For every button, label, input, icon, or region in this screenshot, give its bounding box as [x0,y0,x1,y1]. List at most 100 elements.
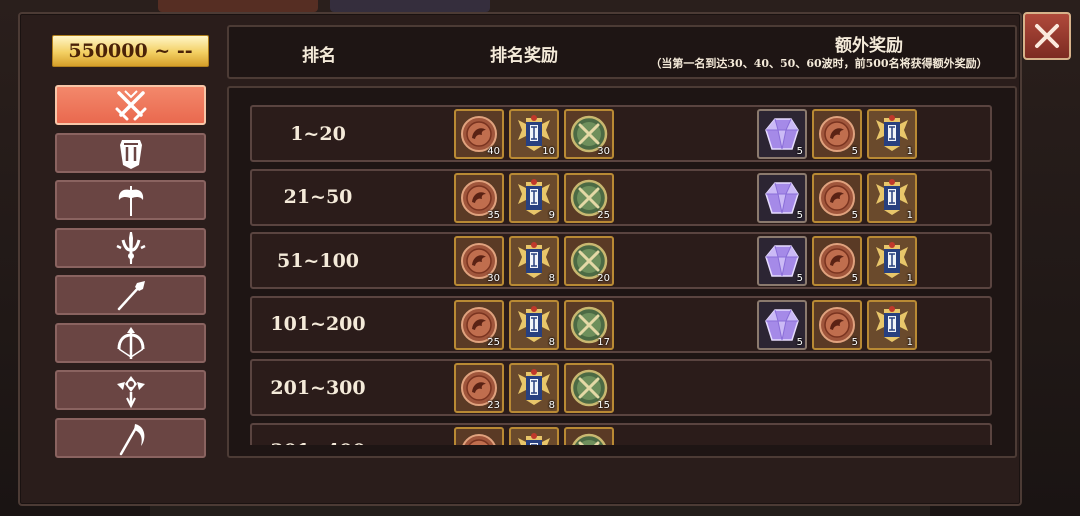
class-tab-list [55,85,206,465]
battle-axe-icon [118,186,143,216]
item-count: 23 [487,400,500,411]
rank-column-header: 排名 [302,46,336,66]
item-count: 25 [487,336,500,348]
item-count: 5 [851,273,858,284]
score-range-text: 550000 ~ -- [68,40,193,62]
reward-item[interactable]: 1 [867,109,917,159]
reward-row: 1~20 40 10 30 5 5 1 [250,105,992,162]
side-tab-helmet[interactable] [55,132,206,173]
item-count: 8 [548,336,555,348]
side-tab-scythe[interactable] [55,417,206,458]
item-count: 40 [487,146,500,157]
side-tab-crossed-swords[interactable] [55,85,206,125]
reward-item[interactable]: 25 [454,299,504,350]
extra-reward-note: （当第一名到达30、40、50、60波时，前500名将获得额外奖励） [650,57,988,70]
item-count: 9 [548,209,555,221]
reward-item[interactable]: 1 [867,236,917,286]
rank-rewards: 25 8 17 [454,299,614,350]
item-count: 1 [906,336,913,348]
rank-rewards [454,426,614,445]
helmet-icon [119,139,142,169]
item-count: 35 [487,209,500,221]
rank-reward-column-header: 排名奖励 [490,46,558,66]
reward-item[interactable]: 5 [757,299,807,350]
extra-rewards: 5 5 1 [757,236,917,286]
item-count: 1 [906,209,913,221]
reward-row: 51~100 30 8 20 5 5 1 [250,232,992,289]
reward-row: 101~200 25 8 17 5 5 1 [250,295,992,353]
item-count: 8 [548,273,555,284]
score-range-badge: 550000 ~ -- [52,35,209,67]
rank-range: 101~200 [270,313,366,335]
scythe-icon [119,423,144,455]
reward-rows[interactable]: 1~20 40 10 30 5 5 1 21~50 35 9 25 5 5 1 51~100 30 8 20 5 5 1… [250,105,992,445]
extra-rewards: 5 5 1 [757,109,917,159]
reward-row: 201~300 23 8 15 [250,359,992,416]
reward-list-panel[interactable]: 1~20 40 10 30 5 5 1 21~50 35 9 25 5 5 1 51~100 30 8 20 5 5 1… [227,86,1017,458]
bronze-coin-icon [462,433,496,445]
reward-item[interactable]: 9 [509,172,559,223]
green-medal-icon [571,433,607,445]
reward-item[interactable] [564,426,614,445]
reward-item[interactable]: 30 [564,109,614,159]
rank-range: 301~400 [268,425,368,445]
item-count: 5 [851,336,858,348]
banner-crest-icon [518,432,550,445]
close-button[interactable] [1023,12,1071,60]
reward-row: 21~50 35 9 25 5 5 1 [250,168,992,226]
rank-rewards: 30 8 20 [454,236,614,286]
side-tab-orb-staff[interactable] [55,370,206,410]
reward-item[interactable]: 1 [867,172,917,223]
rank-range: 1~20 [290,122,346,145]
reward-item[interactable] [509,426,559,445]
item-count: 5 [851,209,858,221]
reward-item[interactable]: 8 [509,299,559,350]
reward-item[interactable]: 25 [564,172,614,223]
item-count: 1 [906,273,913,284]
reward-item[interactable]: 8 [509,363,559,413]
reward-item[interactable]: 23 [454,363,504,413]
side-tab-trident[interactable] [55,227,206,268]
rank-range: 51~100 [276,249,360,272]
reward-item[interactable]: 5 [812,299,862,350]
side-tab-spear[interactable] [55,275,206,315]
item-count: 5 [796,336,803,348]
reward-item[interactable]: 15 [564,363,614,413]
item-count: 30 [597,146,610,157]
item-count: 17 [597,336,610,348]
item-count: 5 [796,146,803,157]
table-header: 排名 排名奖励 额外奖励 （当第一名到达30、40、50、60波时，前500名将… [227,25,1017,79]
rank-rewards: 40 10 30 [454,109,614,159]
reward-item[interactable]: 5 [812,172,862,223]
reward-item[interactable]: 5 [812,109,862,159]
item-count: 30 [487,273,500,284]
item-count: 1 [906,146,913,157]
extra-reward-column-header: 额外奖励 [835,36,903,56]
rank-range: 201~300 [270,376,366,399]
reward-item[interactable]: 1 [867,299,917,350]
item-count: 5 [851,146,858,157]
item-count: 5 [796,273,803,284]
reward-item[interactable]: 8 [509,236,559,286]
reward-item[interactable]: 17 [564,299,614,350]
side-tab-bow[interactable] [55,322,206,363]
reward-item[interactable]: 40 [454,109,504,159]
reward-item[interactable]: 30 [454,236,504,286]
reward-item[interactable]: 5 [757,172,807,223]
item-count: 25 [597,209,610,221]
reward-item[interactable]: 5 [812,236,862,286]
item-count: 8 [548,400,555,411]
item-count: 15 [597,400,610,411]
reward-item[interactable]: 35 [454,172,504,223]
reward-item[interactable]: 10 [509,109,559,159]
extra-rewards: 5 5 1 [757,172,917,223]
reward-item[interactable]: 5 [757,109,807,159]
orb-staff-icon [116,376,145,408]
reward-item[interactable]: 20 [564,236,614,286]
extra-rewards: 5 5 1 [757,299,917,350]
reward-item[interactable] [454,426,504,445]
item-count: 10 [542,146,555,157]
bow-icon [117,326,144,359]
reward-item[interactable]: 5 [757,236,807,286]
side-tab-battle-axe[interactable] [55,180,206,220]
